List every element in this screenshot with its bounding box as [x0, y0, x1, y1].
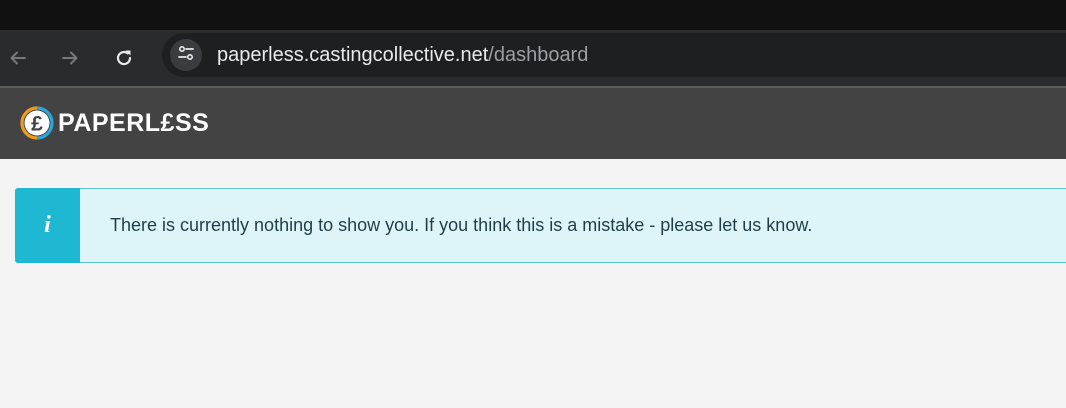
alert-message: There is currently nothing to show you. …	[110, 215, 813, 235]
browser-toolbar: paperless.castingcollective.net/dashboar…	[0, 30, 1066, 86]
svg-text:£: £	[31, 113, 43, 136]
brand-name: PAPERL£SS	[58, 109, 210, 137]
arrow-right-icon	[60, 48, 80, 68]
reload-icon	[113, 47, 135, 69]
back-button[interactable]	[0, 40, 36, 76]
arrow-left-icon	[8, 48, 28, 68]
window-top-strip	[0, 0, 1066, 30]
url-path: /dashboard	[488, 44, 589, 66]
app-header: £ PAPERL£SS	[0, 88, 1066, 159]
info-alert: i There is currently nothing to show you…	[15, 188, 1066, 263]
info-glyph: i	[44, 212, 51, 238]
url-text[interactable]: paperless.castingcollective.net/dashboar…	[217, 33, 588, 77]
address-bar[interactable]: paperless.castingcollective.net/dashboar…	[162, 33, 1066, 77]
url-host: paperless.castingcollective.net	[217, 44, 489, 66]
paperless-logo[interactable]: £ PAPERL£SS	[20, 106, 209, 140]
site-info-button[interactable]	[170, 39, 202, 71]
reload-button[interactable]	[106, 40, 142, 76]
tune-icon	[176, 43, 196, 68]
forward-button[interactable]	[52, 40, 88, 76]
pound-sign-icon: £	[20, 106, 54, 140]
info-icon: i	[15, 188, 80, 263]
